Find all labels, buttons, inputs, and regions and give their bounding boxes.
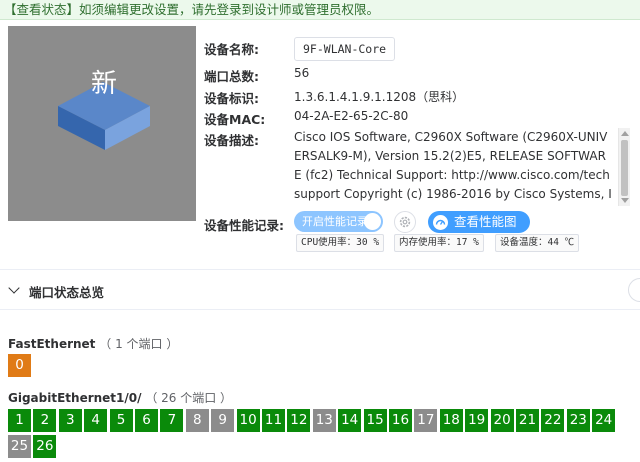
scroll-thumb[interactable]: [621, 140, 628, 196]
switch-knob: [364, 213, 381, 230]
port-18[interactable]: 18: [439, 409, 463, 432]
port-3[interactable]: 3: [58, 409, 82, 432]
perf-settings-button[interactable]: [394, 211, 416, 233]
port-list-fastethernet: 0: [8, 354, 628, 377]
port-7[interactable]: 7: [160, 409, 184, 432]
port-11[interactable]: 11: [262, 409, 285, 432]
memory-usage-tag: 内存使用率：17 %: [394, 234, 484, 252]
port-23[interactable]: 23: [566, 409, 590, 432]
device-name-field: 9F-WLAN-Core: [294, 37, 396, 61]
switch-device-icon: 新: [58, 69, 150, 150]
device-mac-value: 04-2A-E2-65-2C-80: [294, 109, 409, 123]
port-2[interactable]: 2: [33, 409, 57, 432]
port-group-header-fastethernet: FastEthernet （ 1 个端口 ）: [8, 335, 178, 352]
port-group-count: （ 1 个端口 ）: [99, 337, 179, 351]
port-list-gigabit: 1 2 3 4 5 6 7 8 9 10 11 12 13 14 15 16 17 18 19 20 21 22 23 24 2…: [8, 409, 628, 459]
perf-record-switch-text: 开启性能记录: [302, 215, 368, 228]
port-group-name: FastEthernet: [8, 337, 96, 351]
scroll-down-arrow-icon[interactable]: [621, 198, 629, 203]
chevron-down-icon[interactable]: [8, 282, 20, 294]
device-id-value: 1.3.6.1.4.1.9.1.1208（思科）: [294, 90, 465, 104]
port-22[interactable]: 22: [541, 409, 565, 432]
port-8[interactable]: 8: [185, 409, 209, 432]
section-title: 端口状态总览: [29, 285, 105, 300]
port-13[interactable]: 13: [312, 409, 336, 432]
port-9[interactable]: 9: [211, 409, 235, 432]
perf-record-label: 设备性能记录:: [204, 218, 284, 233]
port-1[interactable]: 1: [8, 409, 31, 432]
device-image-char: 新: [91, 69, 117, 99]
desc-scrollbar[interactable]: [618, 128, 630, 206]
port-group-name: GigabitEthernet1/0/: [8, 391, 142, 405]
port-12[interactable]: 12: [287, 409, 311, 432]
port-17[interactable]: 17: [414, 409, 438, 432]
cpu-usage-tag: CPU使用率：30 %: [296, 234, 385, 252]
dashboard-icon: [433, 214, 448, 230]
port-group-header-gigabit: GigabitEthernet1/0/ （ 26 个端口 ）: [8, 389, 232, 406]
port-5[interactable]: 5: [109, 409, 133, 432]
port-14[interactable]: 14: [338, 409, 362, 432]
port-status-section-header[interactable]: 端口状态总览: [0, 270, 640, 310]
device-id-label: 设备标识:: [204, 91, 259, 106]
port-4[interactable]: 4: [84, 409, 108, 432]
device-image: 新: [8, 26, 196, 221]
device-desc-label: 设备描述:: [204, 133, 259, 148]
device-mac-label: 设备MAC:: [204, 112, 266, 127]
scroll-up-arrow-icon[interactable]: [621, 131, 629, 136]
gear-icon: [399, 216, 411, 228]
device-name-label: 设备名称:: [204, 42, 259, 57]
port-26[interactable]: 26: [33, 435, 57, 458]
port-10[interactable]: 10: [236, 409, 260, 432]
port-count-value: 56: [294, 66, 310, 80]
port-19[interactable]: 19: [465, 409, 489, 432]
port-15[interactable]: 15: [363, 409, 387, 432]
permission-notice: 【查看状态】如须编辑更改设置，请先登录到设计师或管理员权限。: [0, 0, 640, 20]
port-6[interactable]: 6: [135, 409, 158, 432]
port-21[interactable]: 21: [516, 409, 539, 432]
view-perf-chart-label: 查看性能图: [454, 214, 517, 229]
view-perf-chart-button[interactable]: 查看性能图: [428, 211, 530, 233]
port-25[interactable]: 25: [8, 435, 31, 458]
port-group-count: （ 26 个端口 ）: [145, 391, 233, 405]
device-desc-value: Cisco IOS Software, C2960X Software (C29…: [294, 130, 612, 201]
device-desc-box[interactable]: Cisco IOS Software, C2960X Software (C29…: [294, 128, 632, 206]
device-temp-tag: 设备温度：44 ℃: [495, 234, 580, 252]
port-0[interactable]: 0: [8, 354, 31, 377]
port-24[interactable]: 24: [592, 409, 616, 432]
perf-record-switch[interactable]: 开启性能记录: [294, 211, 383, 232]
port-count-label: 端口总数:: [204, 69, 259, 84]
port-20[interactable]: 20: [490, 409, 514, 432]
port-16[interactable]: 16: [389, 409, 412, 432]
